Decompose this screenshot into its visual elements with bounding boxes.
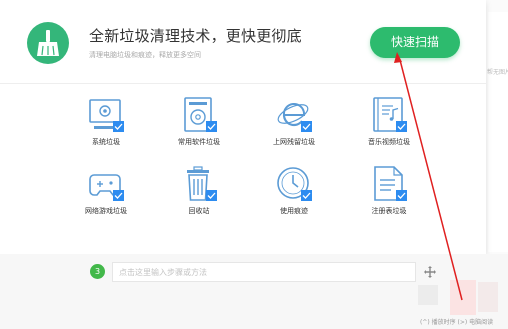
annotation-arrow [394, 52, 463, 301]
